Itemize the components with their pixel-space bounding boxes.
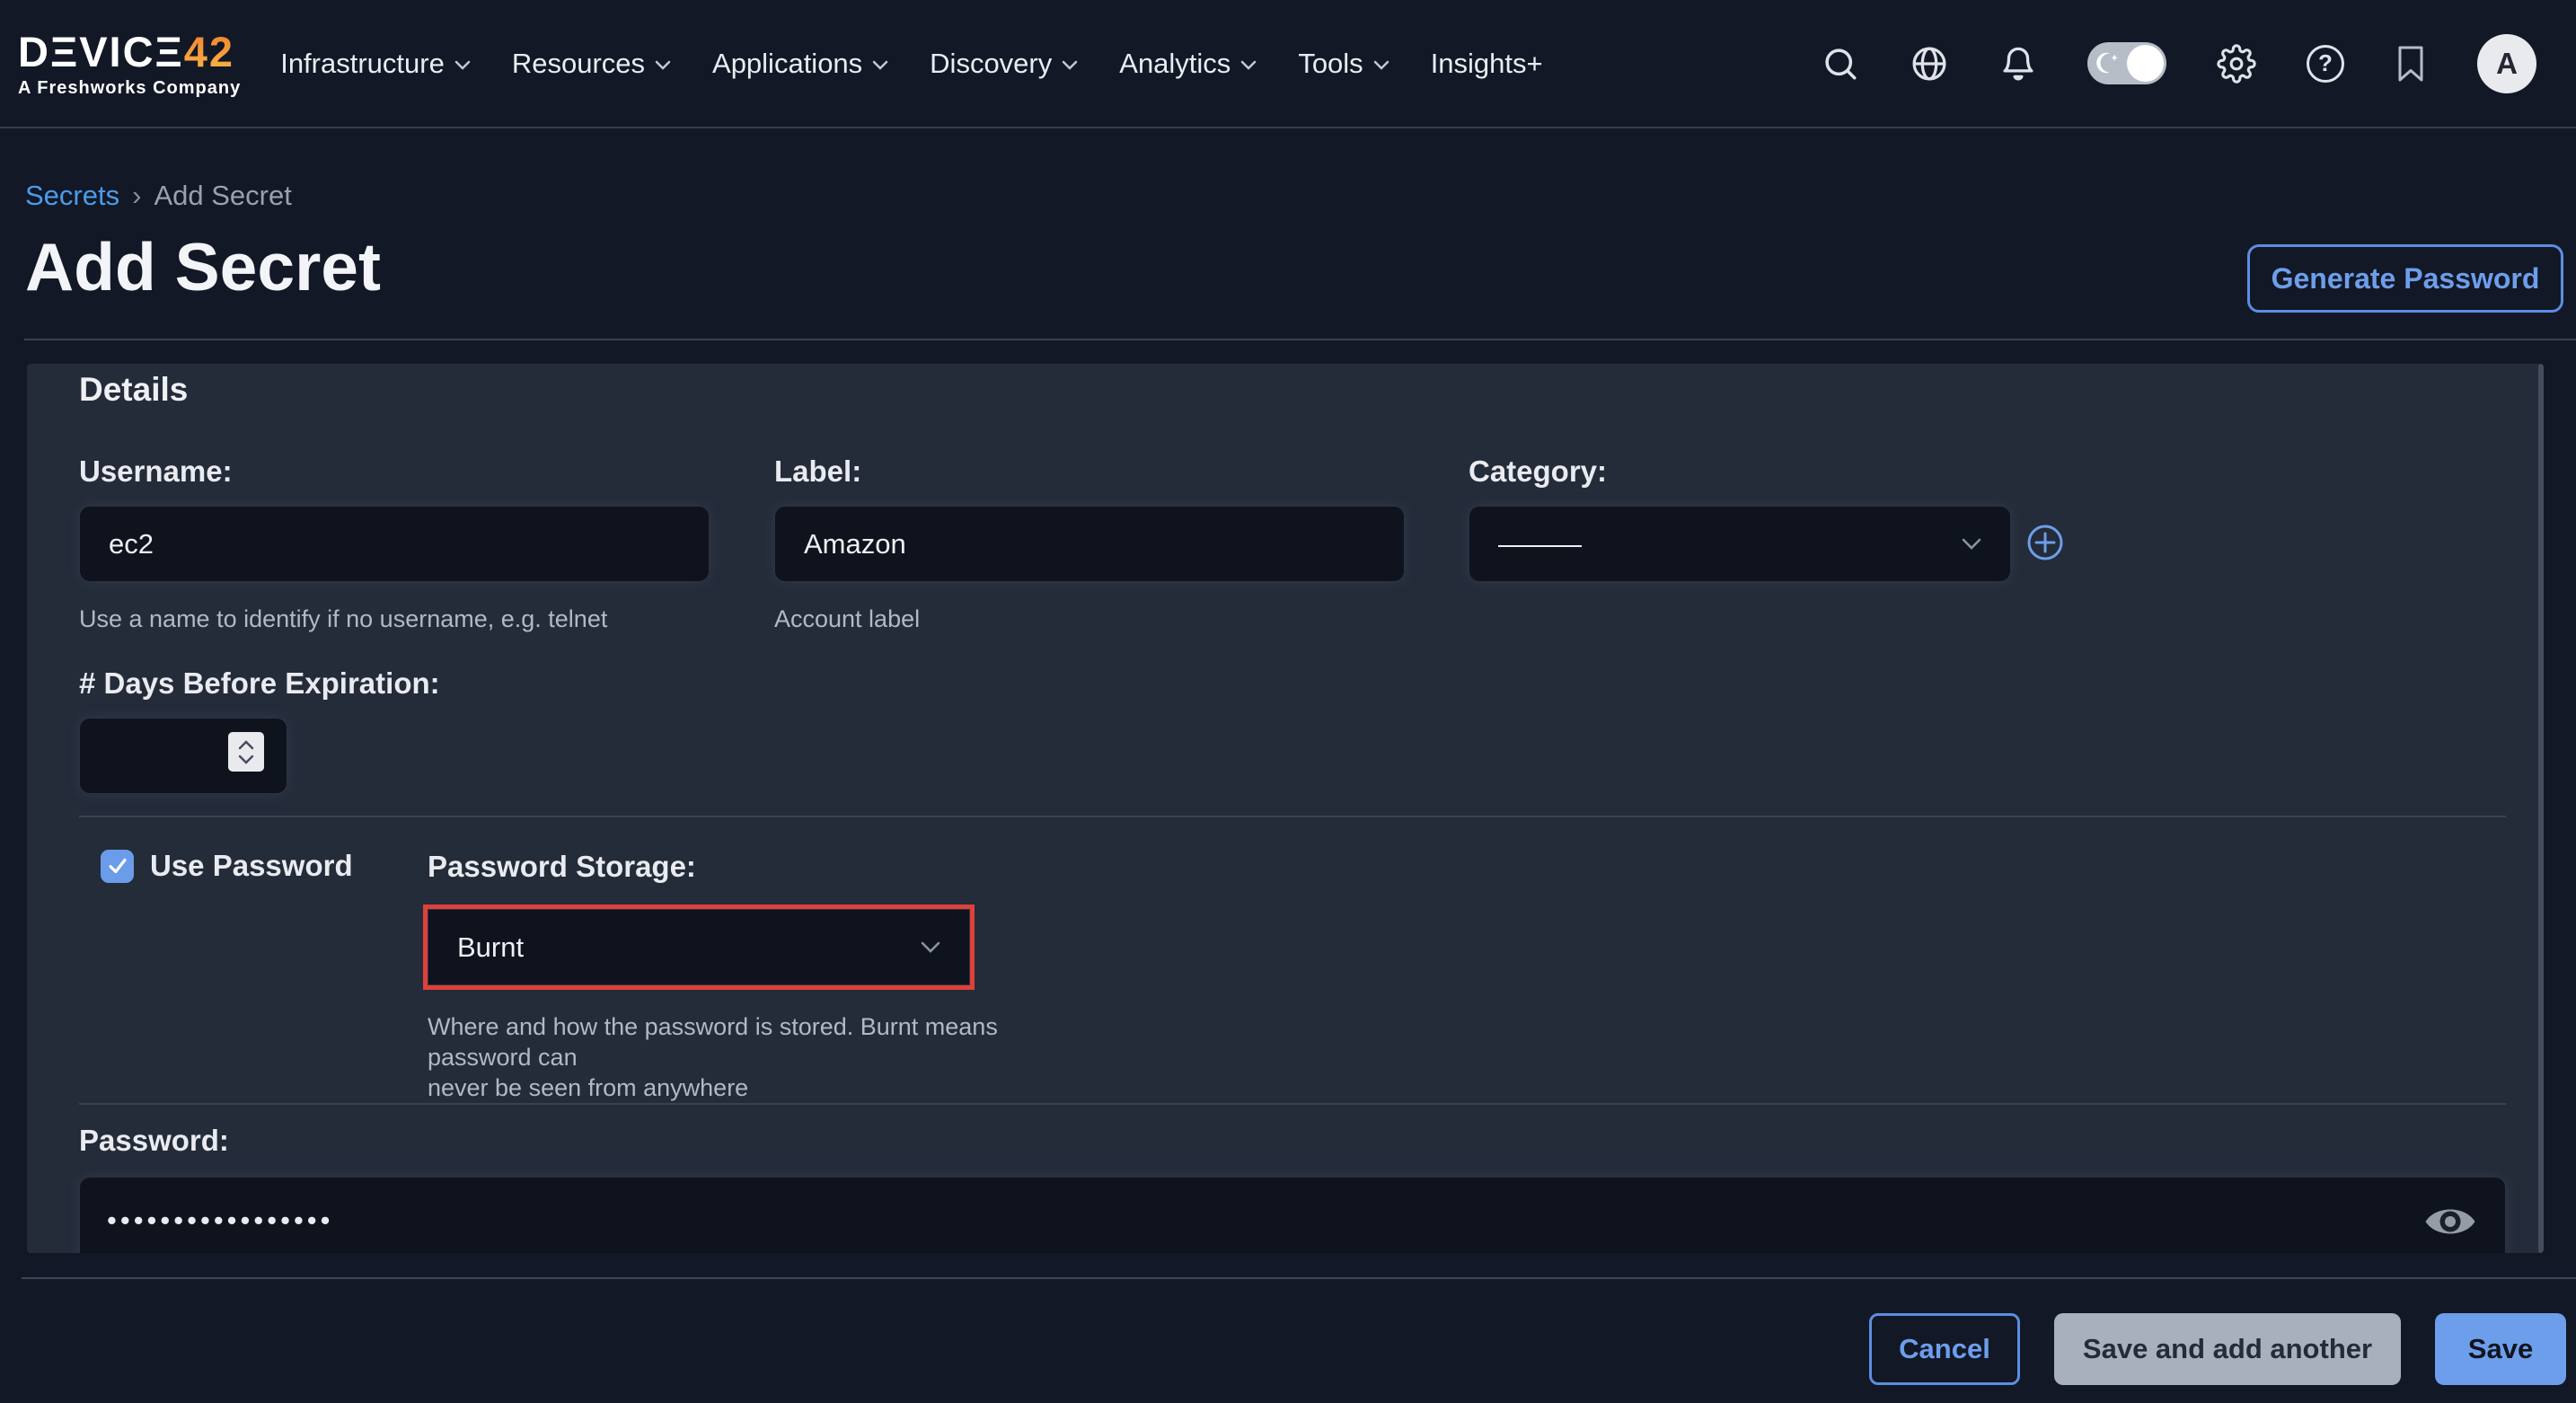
chevron-down-icon <box>1062 60 1078 70</box>
label-field-group: Label: Account label <box>774 454 1405 634</box>
header-divider <box>24 339 2576 340</box>
chevron-down-icon <box>1962 538 1981 550</box>
globe-icon[interactable] <box>1910 44 1949 84</box>
category-selected-value: ——— <box>1498 528 1582 560</box>
chevron-down-icon <box>454 60 471 70</box>
add-category-button[interactable] <box>2026 524 2064 561</box>
highlight-annotation-box: Burnt <box>423 904 975 990</box>
username-input[interactable] <box>79 506 710 582</box>
avatar[interactable]: A <box>2477 34 2536 93</box>
menu-insights-plus[interactable]: Insights+ <box>1431 48 1543 80</box>
password-input[interactable]: ••••••••••••••••• <box>79 1177 2506 1253</box>
logo-text: DΞVICΞ42 <box>18 29 241 75</box>
password-storage-select[interactable]: Burnt <box>428 909 970 985</box>
save-button[interactable]: Save <box>2435 1313 2566 1385</box>
footer-actions: Cancel Save and add another Save <box>1869 1313 2566 1385</box>
chevron-down-icon <box>872 60 888 70</box>
category-field-group: Category: ——— <box>1469 454 2011 582</box>
chevron-down-icon <box>1373 60 1389 70</box>
days-before-expiration-group: # Days Before Expiration: <box>79 666 287 794</box>
stepper-up-icon[interactable] <box>238 740 254 750</box>
menu-discovery[interactable]: Discovery <box>930 48 1078 80</box>
settings-gear-icon[interactable] <box>2217 44 2256 84</box>
breadcrumb: Secrets › Add Secret <box>25 180 292 212</box>
username-label: Username: <box>79 454 710 490</box>
password-storage-label: Password Storage: <box>428 849 1092 885</box>
main-menu: Infrastructure Resources Applications Di… <box>280 48 1542 80</box>
section-divider <box>79 816 2506 817</box>
password-label: Password: <box>79 1123 2506 1159</box>
breadcrumb-separator: › <box>132 180 141 212</box>
moon-icon <box>2094 49 2121 76</box>
use-password-checkbox[interactable] <box>101 850 134 883</box>
username-help: Use a name to identify if no username, e… <box>79 604 710 634</box>
password-masked-value: ••••••••••••••••• <box>80 1178 2505 1237</box>
label-input[interactable] <box>774 506 1405 582</box>
panel-scrollbar[interactable] <box>2538 364 2544 1253</box>
breadcrumb-secrets-link[interactable]: Secrets <box>25 180 119 212</box>
password-storage-group: Password Storage: Burnt Where and how th… <box>428 849 1092 1103</box>
password-storage-selected-value: Burnt <box>457 931 524 964</box>
logo-subtitle: A Freshworks Company <box>18 78 241 99</box>
generate-password-button[interactable]: Generate Password <box>2247 244 2563 313</box>
menu-applications[interactable]: Applications <box>712 48 888 80</box>
password-field-group: Password: ••••••••••••••••• <box>79 1123 2506 1253</box>
category-label: Category: <box>1469 454 2011 490</box>
stepper-down-icon[interactable] <box>238 754 254 764</box>
chevron-down-icon <box>921 941 940 953</box>
password-storage-help: Where and how the password is stored. Bu… <box>428 1011 1092 1103</box>
days-before-expiration-label: # Days Before Expiration: <box>79 666 287 702</box>
footer-divider <box>22 1277 2576 1279</box>
theme-toggle[interactable] <box>2087 42 2166 84</box>
chevron-down-icon <box>655 60 671 70</box>
use-password-row: Use Password <box>101 849 353 883</box>
save-and-add-another-button[interactable]: Save and add another <box>2054 1313 2401 1385</box>
search-icon[interactable] <box>1822 45 1859 83</box>
menu-infrastructure[interactable]: Infrastructure <box>280 48 471 80</box>
bookmark-icon[interactable] <box>2395 45 2427 83</box>
show-password-eye-icon[interactable] <box>2422 1199 2478 1244</box>
label-help: Account label <box>774 604 1405 634</box>
username-field-group: Username: Use a name to identify if no u… <box>79 454 710 634</box>
menu-analytics[interactable]: Analytics <box>1119 48 1257 80</box>
toggle-knob <box>2127 45 2164 82</box>
help-icon[interactable]: ? <box>2307 45 2344 83</box>
navbar-icons: ? A <box>1822 34 2536 93</box>
details-panel: Details Username: Use a name to identify… <box>27 364 2544 1253</box>
menu-resources[interactable]: Resources <box>512 48 671 80</box>
number-stepper[interactable] <box>228 732 264 772</box>
use-password-label: Use Password <box>150 849 353 883</box>
menu-tools[interactable]: Tools <box>1298 48 1389 80</box>
notifications-bell-icon[interactable] <box>1999 44 2037 84</box>
section-title-details: Details <box>79 371 188 409</box>
chevron-down-icon <box>1240 60 1257 70</box>
cancel-button[interactable]: Cancel <box>1869 1313 2020 1385</box>
category-select[interactable]: ——— <box>1469 506 2011 582</box>
section-divider <box>79 1103 2506 1105</box>
label-label: Label: <box>774 454 1405 490</box>
device42-logo[interactable]: DΞVICΞ42 A Freshworks Company <box>18 29 241 99</box>
breadcrumb-current: Add Secret <box>154 180 291 212</box>
top-navbar: DΞVICΞ42 A Freshworks Company Infrastruc… <box>0 0 2576 128</box>
checkmark-icon <box>106 854 129 878</box>
page-title: Add Secret <box>25 228 381 305</box>
